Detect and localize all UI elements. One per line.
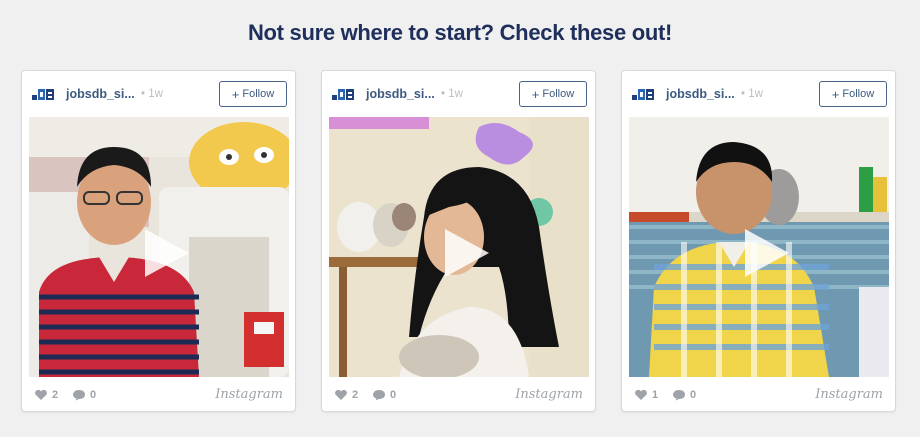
follow-label: Follow	[542, 88, 575, 100]
video-thumbnail[interactable]	[329, 117, 589, 377]
instagram-card: jobsdb_si... • 1w + Follow	[321, 70, 596, 412]
heart-icon	[335, 389, 347, 400]
plus-icon: +	[231, 86, 240, 102]
follow-label: Follow	[842, 88, 875, 100]
follow-label: Follow	[242, 88, 275, 100]
likes-stat: 1	[634, 389, 658, 401]
follow-button[interactable]: + Follow	[219, 81, 287, 107]
likes-count: 1	[652, 389, 659, 401]
comments-count: 0	[690, 389, 697, 401]
instagram-wordmark[interactable]: Instagram	[815, 387, 883, 402]
play-icon[interactable]	[137, 225, 193, 281]
account-username[interactable]: jobsdb_si...	[666, 87, 735, 101]
instagram-wordmark[interactable]: Instagram	[515, 387, 583, 402]
instagram-card: jobsdb_si... • 1w + Follow	[621, 70, 896, 412]
account-username[interactable]: jobsdb_si...	[366, 87, 435, 101]
video-thumbnail[interactable]	[629, 117, 889, 377]
card-header: jobsdb_si... • 1w + Follow	[32, 81, 287, 107]
card-footer: 2 0 Instagram	[34, 387, 283, 405]
section-heading: Not sure where to start? Check these out…	[247, 20, 673, 45]
card-header: jobsdb_si... • 1w + Follow	[332, 81, 587, 107]
follow-button[interactable]: + Follow	[819, 81, 887, 107]
comment-icon	[673, 390, 685, 401]
heart-icon	[635, 389, 647, 400]
comments-count: 0	[90, 389, 97, 401]
play-icon[interactable]	[437, 225, 493, 281]
account-username[interactable]: jobsdb_si...	[66, 87, 135, 101]
follow-button[interactable]: + Follow	[519, 81, 587, 107]
jobsdb-logo-icon[interactable]	[332, 87, 354, 101]
card-footer: 2 0 Instagram	[334, 387, 583, 405]
post-time: • 1w	[141, 88, 163, 100]
comments-stat: 0	[72, 389, 96, 401]
post-time: • 1w	[441, 88, 463, 100]
card-header: jobsdb_si... • 1w + Follow	[632, 81, 887, 107]
likes-stat: 2	[34, 389, 58, 401]
likes-count: 2	[52, 389, 59, 401]
instagram-wordmark[interactable]: Instagram	[215, 387, 283, 402]
comments-count: 0	[390, 389, 397, 401]
heart-icon	[35, 389, 47, 400]
plus-icon: +	[531, 86, 540, 102]
likes-count: 2	[352, 389, 359, 401]
comment-icon	[73, 390, 85, 401]
card-footer: 1 0 Instagram	[634, 387, 883, 405]
comment-icon	[373, 390, 385, 401]
video-thumbnail[interactable]	[29, 117, 289, 377]
plus-icon: +	[831, 86, 840, 102]
jobsdb-logo-icon[interactable]	[32, 87, 54, 101]
post-time: • 1w	[741, 88, 763, 100]
comments-stat: 0	[372, 389, 396, 401]
play-icon[interactable]	[737, 225, 793, 281]
jobsdb-logo-icon[interactable]	[632, 87, 654, 101]
comments-stat: 0	[672, 389, 696, 401]
likes-stat: 2	[334, 389, 358, 401]
instagram-card: jobsdb_si... • 1w + Follow	[21, 70, 296, 412]
